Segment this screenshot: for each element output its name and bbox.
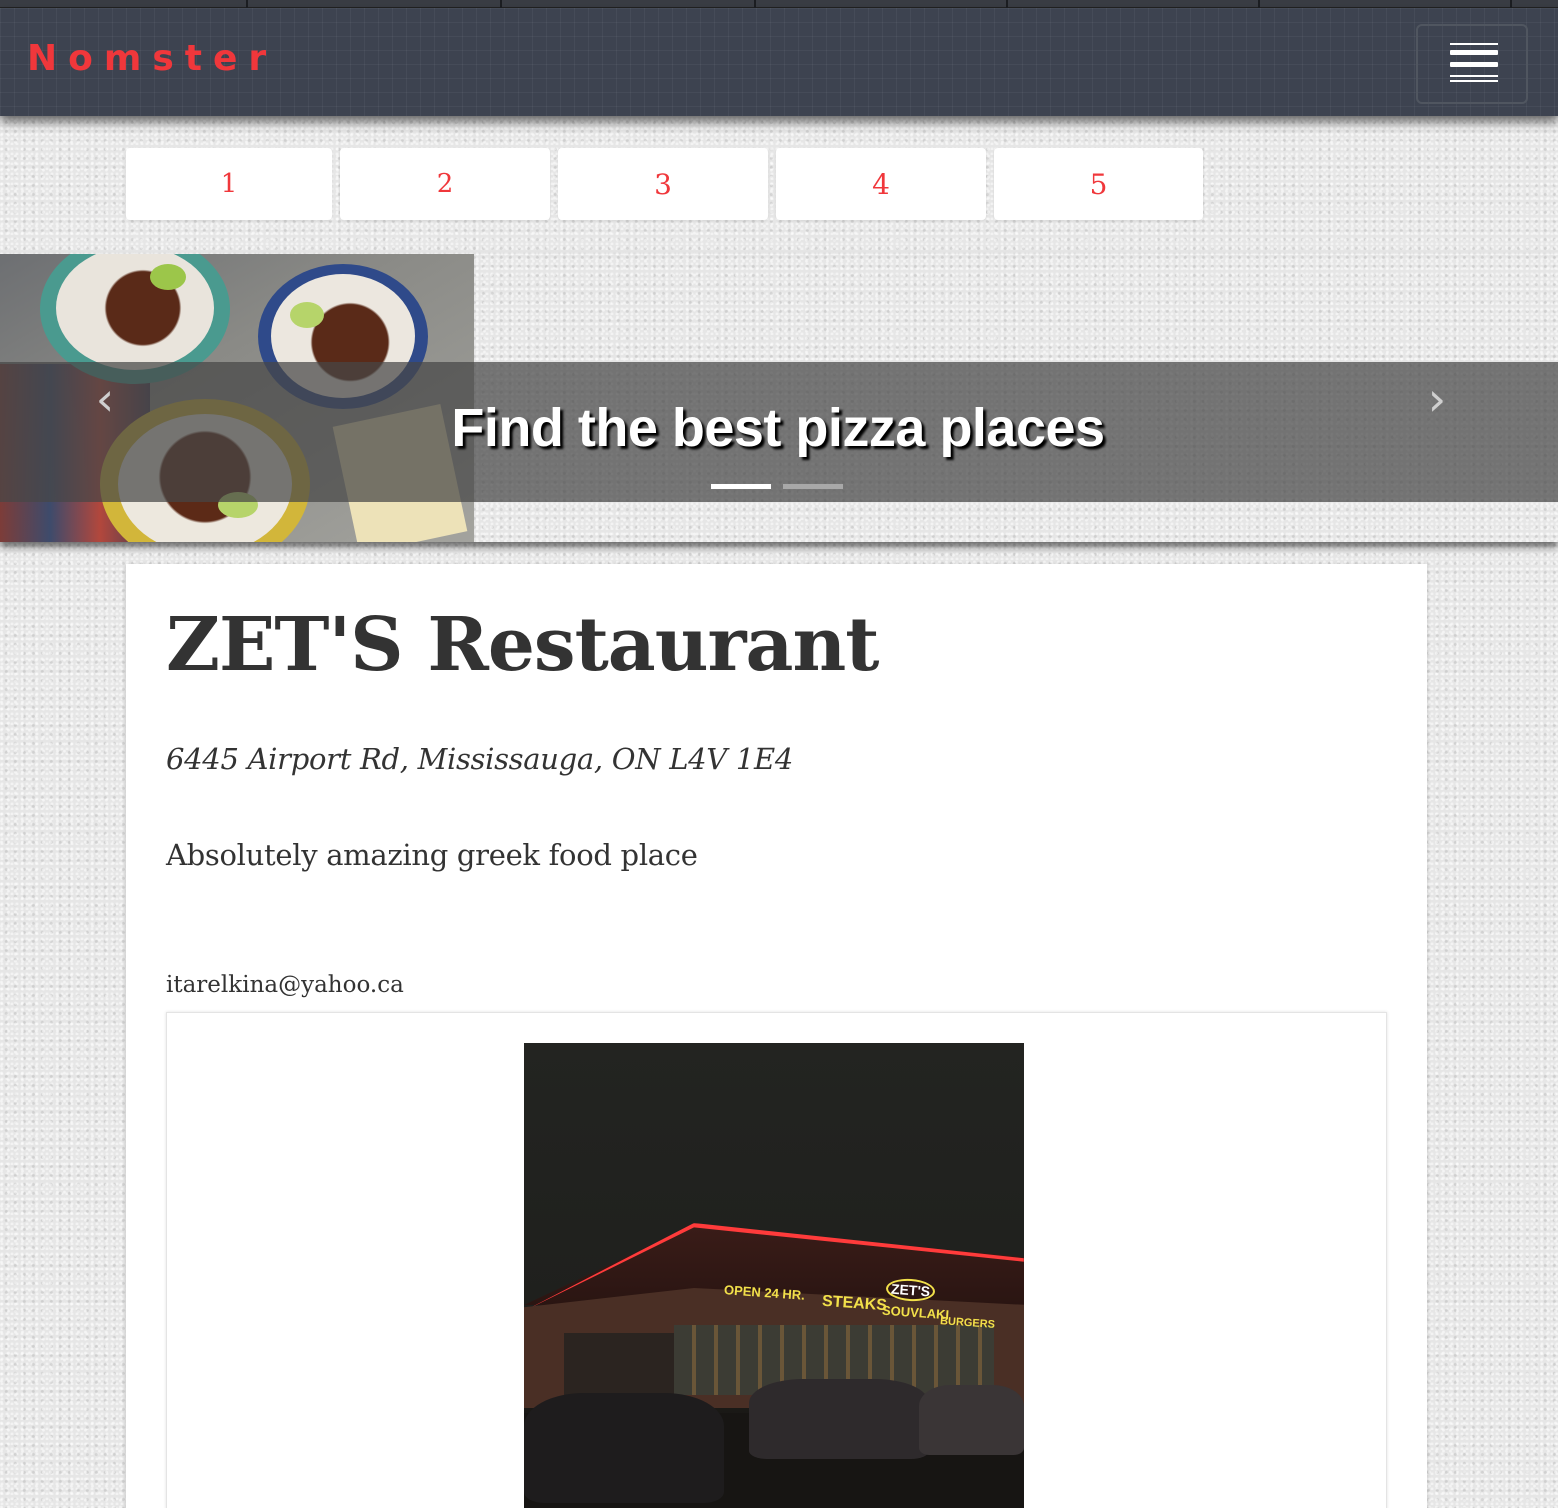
- carousel-indicator-1[interactable]: [711, 484, 771, 489]
- place-photo: OPEN 24 HR. STEAKS ZET'S SOUVLAKI BURGER…: [524, 1043, 1024, 1508]
- page-link-3[interactable]: 3: [558, 148, 768, 220]
- menu-toggle-button[interactable]: [1416, 24, 1528, 104]
- navbar: Nomster: [0, 8, 1558, 116]
- place-description: Absolutely amazing greek food place: [166, 838, 698, 872]
- top-strip: [0, 0, 1558, 8]
- place-card: ZET'S Restaurant 6445 Airport Rd, Missis…: [126, 564, 1427, 1508]
- place-email: itarelkina@yahoo.ca: [166, 972, 404, 998]
- page-link-5[interactable]: 5: [994, 148, 1203, 220]
- carousel: ‹ › Find the best pizza places: [0, 254, 1558, 542]
- carousel-caption: Find the best pizza places: [451, 398, 1105, 458]
- photo-frame: OPEN 24 HR. STEAKS ZET'S SOUVLAKI BURGER…: [166, 1012, 1387, 1508]
- brand-logo[interactable]: Nomster: [27, 38, 277, 79]
- place-address: 6445 Airport Rd, Mississauga, ON L4V 1E4: [166, 742, 794, 776]
- carousel-indicator-2[interactable]: [783, 484, 843, 489]
- page-link-1[interactable]: 1: [126, 148, 332, 220]
- place-name: ZET'S Restaurant: [166, 602, 879, 688]
- page-link-4[interactable]: 4: [776, 148, 986, 220]
- page-link-2[interactable]: 2: [340, 148, 550, 220]
